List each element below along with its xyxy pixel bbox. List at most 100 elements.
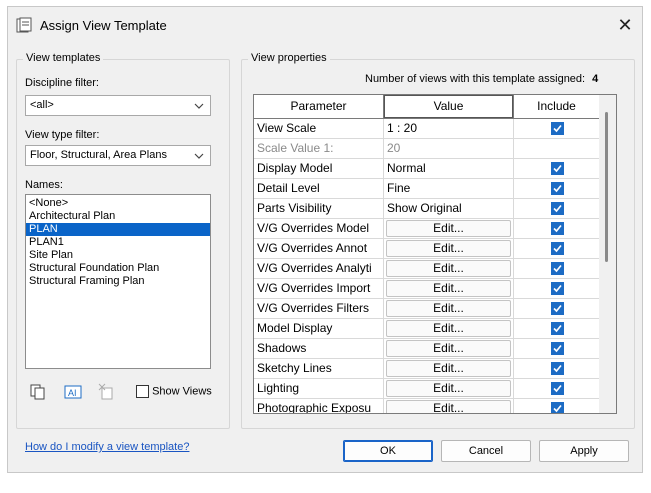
include-checkbox[interactable] xyxy=(550,242,564,256)
parameter-cell: Scale Value 1: xyxy=(254,139,384,158)
edit-button[interactable]: Edit... xyxy=(386,400,511,413)
list-item[interactable]: <None> xyxy=(26,197,210,210)
checkmark-icon xyxy=(552,265,562,273)
table-row: Lighting Edit... xyxy=(254,379,600,399)
include-checkbox[interactable] xyxy=(550,402,564,413)
include-cell xyxy=(514,119,600,138)
table-row: V/G Overrides Analyti Edit... xyxy=(254,259,600,279)
discipline-filter-label: Discipline filter: xyxy=(25,77,99,89)
value-cell[interactable]: Show Original xyxy=(384,199,514,218)
show-views-checkbox[interactable] xyxy=(136,385,149,398)
value-cell[interactable]: Normal xyxy=(384,159,514,178)
include-cell xyxy=(514,279,600,298)
edit-button[interactable]: Edit... xyxy=(386,240,511,257)
edit-button[interactable]: Edit... xyxy=(386,280,511,297)
column-header-value[interactable]: Value xyxy=(384,95,514,118)
assigned-count-value: 4 xyxy=(592,73,599,85)
checkmark-icon xyxy=(552,125,562,133)
delete-template-button[interactable] xyxy=(98,383,116,401)
include-checkbox[interactable] xyxy=(550,282,564,296)
edit-button[interactable]: Edit... xyxy=(386,360,511,377)
parameter-cell: V/G Overrides Filters xyxy=(254,299,384,318)
table-row: View Scale 1 : 20 xyxy=(254,119,600,139)
discipline-filter-value: <all> xyxy=(30,99,54,111)
table-row: V/G Overrides Filters Edit... xyxy=(254,299,600,319)
chevron-down-icon xyxy=(194,153,204,159)
include-checkbox[interactable] xyxy=(550,262,564,276)
value-cell[interactable]: Fine xyxy=(384,179,514,198)
table-header: Parameter Value Include xyxy=(254,95,600,119)
close-icon[interactable]: ✕ xyxy=(616,16,634,34)
parameter-cell: Lighting xyxy=(254,379,384,398)
include-cell xyxy=(514,139,600,158)
checkmark-icon xyxy=(552,405,562,413)
edit-button[interactable]: Edit... xyxy=(386,300,511,317)
table-row: Photographic Exposu Edit... xyxy=(254,399,600,413)
include-checkbox[interactable] xyxy=(550,122,564,136)
table-row: Detail Level Fine xyxy=(254,179,600,199)
edit-button[interactable]: Edit... xyxy=(386,320,511,337)
cancel-button[interactable]: Cancel xyxy=(441,440,531,462)
list-item[interactable]: PLAN xyxy=(26,223,210,236)
show-views-toggle[interactable]: Show Views xyxy=(136,385,212,398)
parameter-cell: V/G Overrides Annot xyxy=(254,239,384,258)
checkmark-icon xyxy=(552,165,562,173)
edit-button[interactable]: Edit... xyxy=(386,220,511,237)
include-cell xyxy=(514,259,600,278)
value-cell: 20 xyxy=(384,139,514,158)
duplicate-template-button[interactable] xyxy=(29,383,47,401)
include-cell xyxy=(514,359,600,378)
parameter-cell: V/G Overrides Analyti xyxy=(254,259,384,278)
table-row: Shadows Edit... xyxy=(254,339,600,359)
scrollbar-thumb[interactable] xyxy=(605,112,608,262)
parameter-cell: Shadows xyxy=(254,339,384,358)
discipline-filter-dropdown[interactable]: <all> xyxy=(25,95,211,116)
svg-text:AI: AI xyxy=(68,388,77,398)
include-checkbox[interactable] xyxy=(550,342,564,356)
view-type-filter-dropdown[interactable]: Floor, Structural, Area Plans xyxy=(25,145,211,166)
show-views-label: Show Views xyxy=(152,385,212,398)
view-properties-label: View properties xyxy=(248,52,330,64)
dialog-title: Assign View Template xyxy=(40,18,167,33)
apply-button[interactable]: Apply xyxy=(539,440,629,462)
names-label: Names: xyxy=(25,179,63,191)
include-checkbox[interactable] xyxy=(550,362,564,376)
include-checkbox[interactable] xyxy=(550,202,564,216)
names-listbox[interactable]: <None> Architectural Plan PLAN PLAN1 Site Pl… xyxy=(25,194,211,369)
help-link[interactable]: How do I modify a view template? xyxy=(25,441,189,453)
list-item[interactable]: Structural Foundation Plan xyxy=(26,262,210,275)
checkmark-icon xyxy=(552,365,562,373)
include-checkbox[interactable] xyxy=(550,162,564,176)
edit-button[interactable]: Edit... xyxy=(386,340,511,357)
table-row: V/G Overrides Import Edit... xyxy=(254,279,600,299)
checkmark-icon xyxy=(552,205,562,213)
parameter-cell: Model Display xyxy=(254,319,384,338)
view-type-filter-value: Floor, Structural, Area Plans xyxy=(30,149,167,161)
delete-icon xyxy=(98,383,113,400)
list-item[interactable]: PLAN1 xyxy=(26,236,210,249)
value-cell[interactable]: 1 : 20 xyxy=(384,119,514,138)
rename-template-button[interactable]: AI xyxy=(64,383,82,401)
edit-button[interactable]: Edit... xyxy=(386,380,511,397)
column-header-parameter[interactable]: Parameter xyxy=(254,95,384,118)
parameter-cell: Display Model xyxy=(254,159,384,178)
table-row: V/G Overrides Model Edit... xyxy=(254,219,600,239)
list-item[interactable]: Site Plan xyxy=(26,249,210,262)
ok-button[interactable]: OK xyxy=(343,440,433,462)
parameter-cell: Photographic Exposu xyxy=(254,399,384,413)
parameter-cell: V/G Overrides Import xyxy=(254,279,384,298)
include-checkbox[interactable] xyxy=(550,222,564,236)
list-item[interactable]: Architectural Plan xyxy=(26,210,210,223)
include-checkbox[interactable] xyxy=(550,182,564,196)
edit-button[interactable]: Edit... xyxy=(386,260,511,277)
column-header-include[interactable]: Include xyxy=(514,95,600,118)
include-cell xyxy=(514,159,600,178)
include-cell xyxy=(514,179,600,198)
vertical-scrollbar[interactable] xyxy=(599,95,616,413)
assigned-count-label: Number of views with this template assig… xyxy=(365,73,586,85)
list-item[interactable]: Structural Framing Plan xyxy=(26,275,210,288)
include-checkbox[interactable] xyxy=(550,322,564,336)
include-checkbox[interactable] xyxy=(550,302,564,316)
parameter-cell: View Scale xyxy=(254,119,384,138)
include-checkbox[interactable] xyxy=(550,382,564,396)
